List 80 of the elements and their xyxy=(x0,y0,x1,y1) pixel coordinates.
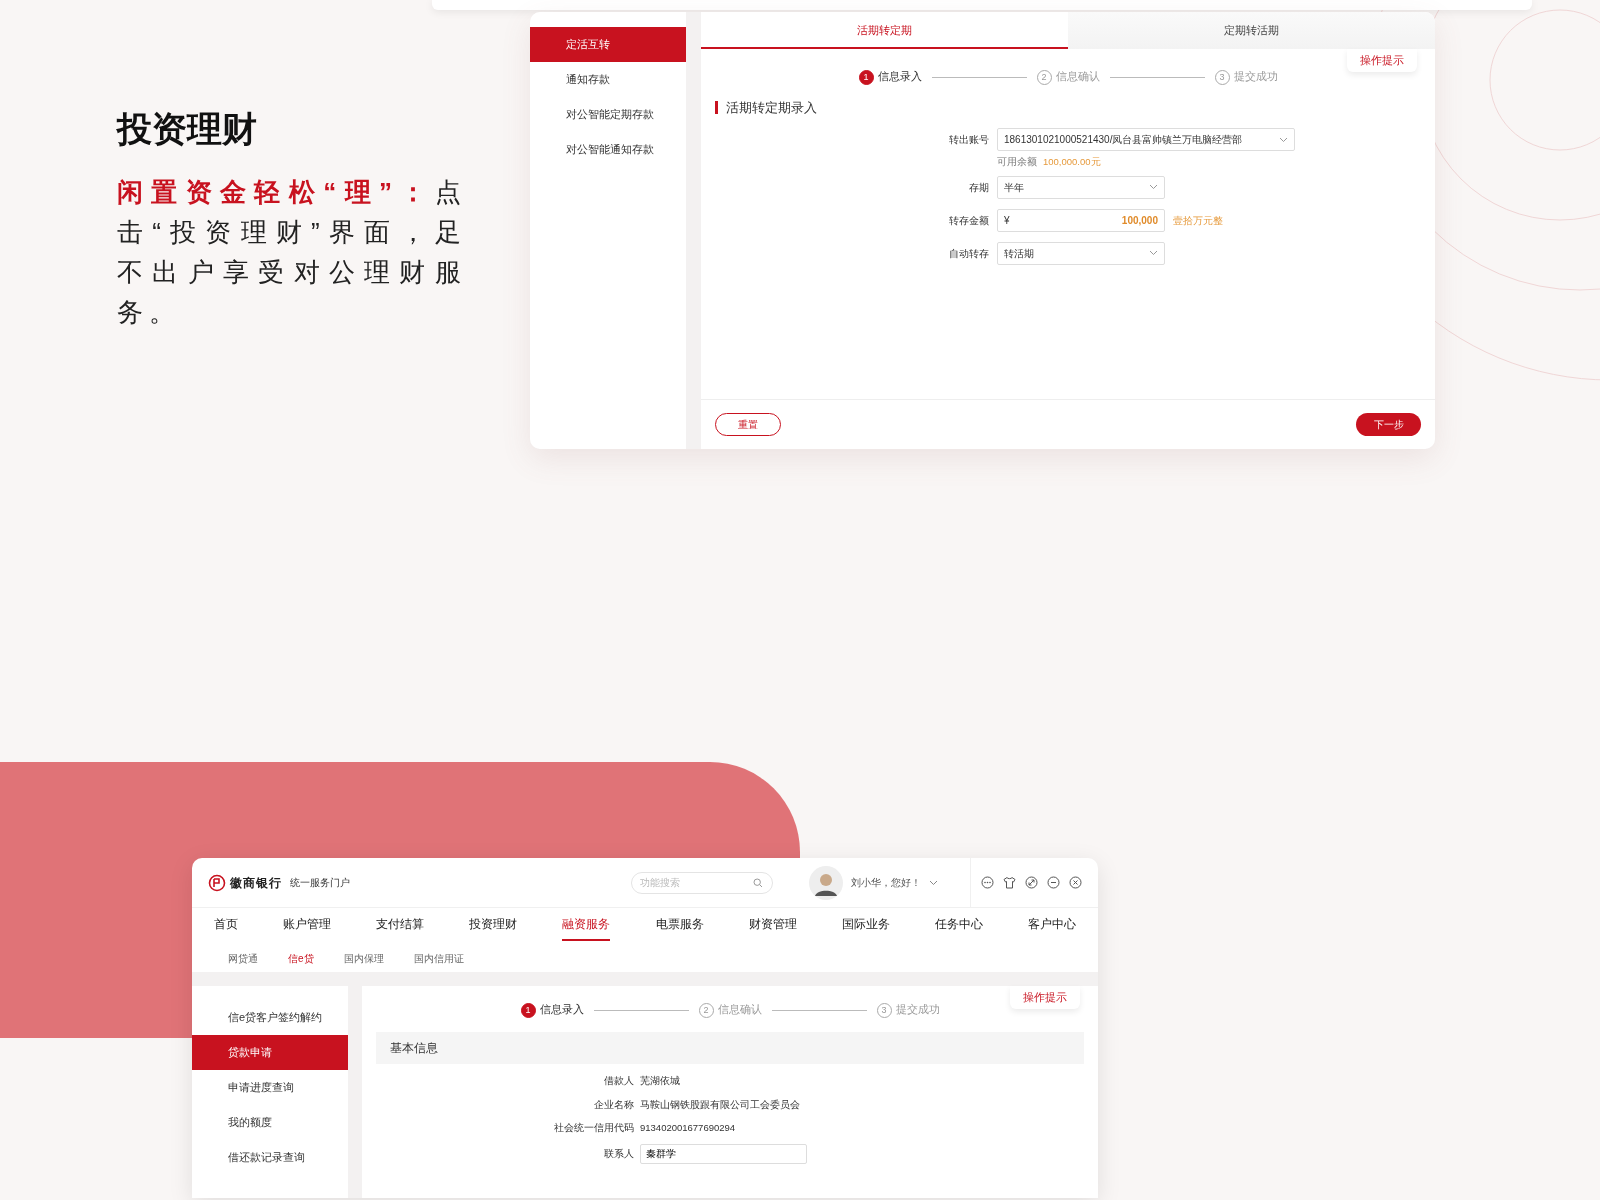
step-label: 3 提交成功 xyxy=(876,1002,940,1019)
select-value: 转活期 xyxy=(1004,246,1034,261)
chevron-down-icon xyxy=(1279,136,1288,143)
sidebar-item[interactable]: 贷款申请 xyxy=(192,1035,348,1070)
nav-item[interactable]: 投资理财 xyxy=(469,911,518,941)
select-field[interactable]: 转活期 xyxy=(997,241,1165,265)
sidebar-item[interactable]: 申请进度查询 xyxy=(192,1070,348,1105)
balance-value: 100,000.00元 xyxy=(1043,156,1101,168)
step-label: 2 信息确认 xyxy=(1036,69,1100,86)
nav-item[interactable]: 首页 xyxy=(214,911,238,941)
step-label: 1 信息录入 xyxy=(520,1002,584,1019)
help-tab[interactable]: 操作提示 xyxy=(1010,986,1080,1009)
description-paragraph: 闲置资金轻松“理”：点击“投资理财”界面，足不出户享受对公理财服务。 xyxy=(117,176,467,329)
field-label: 存期 xyxy=(968,180,989,195)
help-tab[interactable]: 操作提示 xyxy=(1347,49,1417,72)
chevron-down-icon xyxy=(1149,184,1158,190)
reset-button[interactable]: 重置 xyxy=(715,413,781,436)
tab[interactable]: 活期转定期 xyxy=(701,12,1068,49)
field-label: 转存金额 xyxy=(948,213,989,228)
sidebar-item[interactable]: 我的额度 xyxy=(192,1105,348,1140)
expand-icon[interactable] xyxy=(1025,876,1038,889)
section-header: 基本信息 xyxy=(376,1032,1084,1065)
subnav-item[interactable]: 信e贷 xyxy=(288,950,314,966)
sidebar-item[interactable]: 通知存款 xyxy=(530,62,686,97)
balance-label: 可用余额 xyxy=(997,156,1037,168)
bank-name: 徽商银行 xyxy=(230,874,282,892)
sidebar-item[interactable]: 借还款记录查询 xyxy=(192,1140,348,1175)
next-button[interactable]: 下一步 xyxy=(1356,413,1421,436)
step-number: 1 xyxy=(858,70,874,86)
more-icon[interactable] xyxy=(981,876,994,889)
close-icon[interactable] xyxy=(1069,876,1082,889)
tab[interactable]: 定期转活期 xyxy=(1068,12,1435,49)
minimize-icon[interactable] xyxy=(1047,876,1060,889)
nav-item[interactable]: 融资服务 xyxy=(562,911,611,941)
field-label: 自动转存 xyxy=(948,246,989,261)
nav-item[interactable]: 账户管理 xyxy=(283,911,332,941)
portal-title: 统一服务门户 xyxy=(290,876,350,890)
nav-item[interactable]: 支付结算 xyxy=(376,911,425,941)
nav-item[interactable]: 任务中心 xyxy=(934,911,983,941)
step-label: 1 信息录入 xyxy=(858,69,922,86)
search-icon xyxy=(753,877,763,888)
field-label: 联系人 xyxy=(603,1146,634,1161)
field-label: 社会统一信用代码 xyxy=(553,1120,634,1135)
field-label: 转出账号 xyxy=(948,133,989,148)
amount-in-words: 壹拾万元整 xyxy=(1173,213,1223,228)
sidebar-item[interactable]: 对公智能定期存款 xyxy=(530,97,686,132)
subnav-item[interactable]: 国内保理 xyxy=(343,950,384,966)
field-label: 借款人 xyxy=(603,1074,634,1089)
field-value: 马鞍山钢铁股跟有限公司工会委员会 xyxy=(640,1097,800,1112)
shirt-icon[interactable] xyxy=(1003,876,1016,889)
input-field[interactable]: 秦群学 xyxy=(640,1144,807,1164)
bank-logo-icon xyxy=(208,873,226,892)
form-title: 活期转定期录入 xyxy=(715,101,1435,115)
section-title: 投资理财 xyxy=(117,108,258,150)
step-label: 2 信息确认 xyxy=(698,1002,762,1019)
nav-item[interactable]: 财资管理 xyxy=(748,911,797,941)
amount-field[interactable]: ¥ 100,000 xyxy=(997,208,1165,232)
avatar-icon xyxy=(809,865,843,900)
field-value: 芜湖依城 xyxy=(640,1074,680,1089)
user-greeting[interactable]: 刘小华，您好！ xyxy=(851,875,921,890)
amount-value: 100,000 xyxy=(1121,213,1158,228)
chevron-down-icon xyxy=(1149,250,1158,256)
select-value: 1861301021000521430/凤台县富帅镇兰万电脑经营部 xyxy=(1004,133,1243,148)
subnav-item[interactable]: 网贷通 xyxy=(228,950,258,966)
chevron-down-icon[interactable] xyxy=(929,879,938,886)
nav-item[interactable]: 客户中心 xyxy=(1028,911,1076,941)
nav-item[interactable]: 国际业务 xyxy=(841,911,890,941)
subnav-item[interactable]: 国内信用证 xyxy=(413,950,464,966)
nav-item[interactable]: 电票服务 xyxy=(655,911,704,941)
field-label: 企业名称 xyxy=(593,1097,634,1112)
step-number: 1 xyxy=(520,1003,536,1019)
select-field[interactable]: 1861301021000521430/凤台县富帅镇兰万电脑经营部 xyxy=(997,128,1295,152)
select-field[interactable]: 半年 xyxy=(997,175,1165,199)
currency-symbol: ¥ xyxy=(1004,213,1010,228)
sidebar-item[interactable]: 定活互转 xyxy=(530,27,686,62)
sidebar-item[interactable]: 信e贷客户签约解约 xyxy=(192,1000,348,1035)
sidebar-item[interactable]: 对公智能通知存款 xyxy=(530,132,686,167)
field-value: 913402001677690294 xyxy=(640,1120,736,1135)
step-label: 3 提交成功 xyxy=(1214,69,1278,86)
select-value: 半年 xyxy=(1004,180,1024,195)
